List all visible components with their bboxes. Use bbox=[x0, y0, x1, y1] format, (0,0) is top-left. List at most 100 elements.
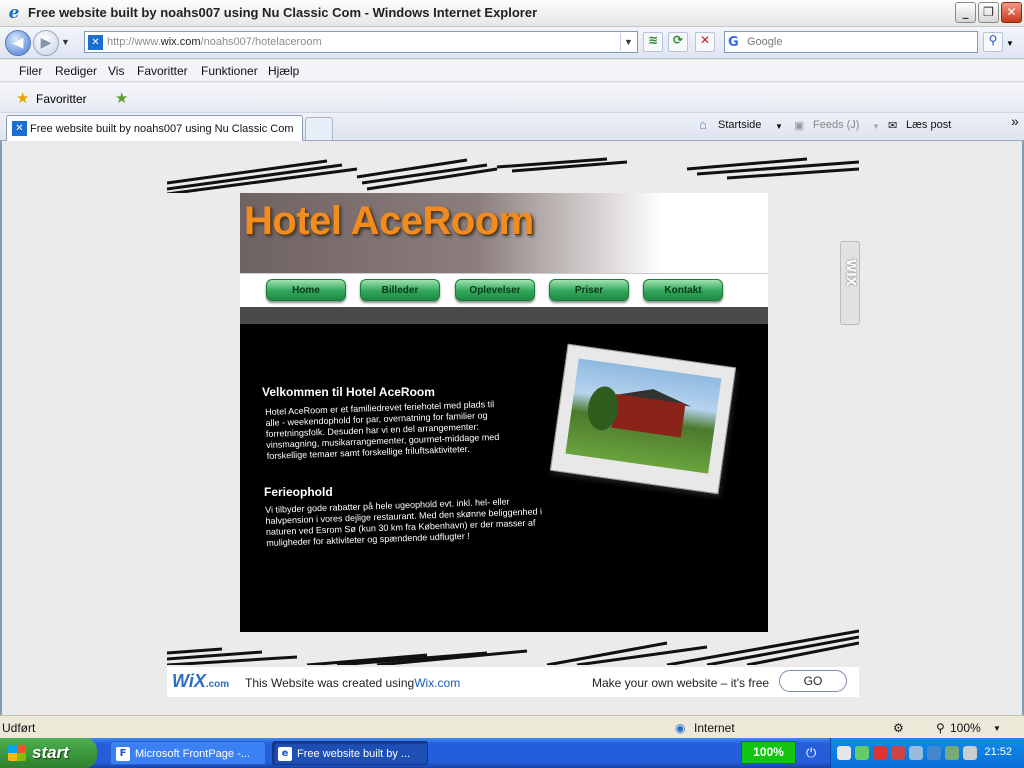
google-icon: G bbox=[728, 35, 739, 50]
go-button[interactable]: GO bbox=[779, 670, 847, 692]
read-mail-button[interactable]: Læs post bbox=[906, 119, 951, 131]
feeds-button[interactable]: Feeds (J) bbox=[813, 119, 859, 131]
clock[interactable]: 21:52 bbox=[984, 746, 1012, 758]
url-domain: wix.com bbox=[160, 36, 201, 48]
menu-edit[interactable]: Rediger bbox=[55, 64, 97, 78]
tray-wireless-icon[interactable] bbox=[891, 746, 905, 760]
home-icon[interactable]: ⌂ bbox=[699, 117, 707, 132]
mail-icon: ✉ bbox=[888, 120, 898, 132]
search-icon[interactable]: ⚲ bbox=[983, 32, 1003, 52]
tray-arrow-icon[interactable] bbox=[837, 746, 851, 760]
menu-file[interactable]: Filer bbox=[19, 64, 42, 78]
address-toolbar: ◀ ▶ ▼ ✕ http://www.wix.com/noahs007/hote… bbox=[0, 27, 1024, 59]
maximize-button[interactable]: ❐ bbox=[978, 2, 999, 23]
internet-zone-icon: ◉ bbox=[675, 721, 686, 735]
feeds-dropdown-icon[interactable]: ▼ bbox=[872, 122, 880, 131]
tray-display-icon[interactable] bbox=[909, 746, 923, 760]
decorative-bottom-stripes bbox=[167, 629, 859, 665]
menu-favorites[interactable]: Favoritter bbox=[137, 64, 188, 78]
protected-mode-icon[interactable]: ⚙ bbox=[893, 721, 904, 735]
menu-bar: Filer Rediger Vis Favoritter Funktioner … bbox=[0, 60, 1024, 82]
minimize-button[interactable]: _ bbox=[955, 2, 976, 23]
favorites-button[interactable]: Favoritter bbox=[36, 92, 87, 106]
welcome-paragraph: Hotel AceRoom er et familiedrevet ferieh… bbox=[265, 399, 500, 462]
tab-title: Free website built by noahs007 using Nu … bbox=[30, 123, 294, 135]
home-dropdown-icon[interactable]: ▼ bbox=[775, 122, 783, 131]
taskbar-item-label: Free website built by ... bbox=[297, 748, 411, 760]
tray-volume-icon[interactable] bbox=[945, 746, 959, 760]
battery-indicator[interactable]: 100% bbox=[741, 741, 796, 764]
nav-priser-button[interactable]: Priser bbox=[549, 279, 629, 301]
zoom-level[interactable]: 100% bbox=[950, 721, 981, 735]
status-bar: Udført ◉ Internet ⚙ ⚲ 100% ▼ bbox=[0, 715, 1024, 738]
add-favorite-icon[interactable]: ★ bbox=[115, 89, 128, 107]
tray-network-icon[interactable] bbox=[855, 746, 869, 760]
welcome-heading: Velkommen til Hotel AceRoom bbox=[262, 385, 435, 399]
hotel-photo-image bbox=[565, 358, 722, 474]
url-prefix: http://www. bbox=[107, 36, 161, 48]
nav-oplevelser-button[interactable]: Oplevelser bbox=[455, 279, 535, 301]
stop-icon[interactable]: ✕ bbox=[695, 32, 715, 52]
menu-help[interactable]: Hjælp bbox=[268, 64, 299, 78]
address-dropdown-icon[interactable]: ▼ bbox=[620, 33, 636, 51]
wix-side-tab-label: WIX bbox=[844, 259, 858, 286]
close-button[interactable]: ✕ bbox=[1001, 2, 1022, 23]
nav-billeder-button[interactable]: Billeder bbox=[360, 279, 440, 301]
new-tab-button[interactable] bbox=[305, 117, 333, 140]
status-text: Udført bbox=[2, 721, 36, 735]
tab-active[interactable]: ✕ Free website built by noahs007 using N… bbox=[6, 115, 303, 141]
favorites-bar: ★ Favoritter ★ bbox=[0, 83, 1024, 113]
taskbar-item-label: Microsoft FrontPage -... bbox=[135, 748, 250, 760]
site-header: Hotel AceRoom bbox=[240, 193, 768, 273]
system-tray: 21:52 bbox=[830, 738, 1024, 768]
wix-logo-suffix: .com bbox=[205, 679, 230, 690]
taskbar-item-frontpage[interactable]: F Microsoft FrontPage -... bbox=[110, 741, 266, 765]
search-placeholder: Google bbox=[747, 36, 783, 48]
wix-logo[interactable]: WiX.com bbox=[172, 671, 229, 692]
tray-disconnected-icon[interactable] bbox=[873, 746, 887, 760]
start-button[interactable]: start bbox=[0, 738, 97, 768]
site-nav: Home Billeder Oplevelser Priser Kontakt bbox=[240, 273, 768, 307]
power-plug-icon[interactable]: ⏻ bbox=[806, 745, 816, 761]
vacation-heading: Ferieophold bbox=[264, 485, 333, 499]
url-path: /noahs007/hotelaceroom bbox=[200, 36, 322, 48]
menu-tools[interactable]: Funktioner bbox=[201, 64, 258, 78]
address-url: http://www.wix.com/noahs007/hotelaceroom bbox=[107, 36, 322, 48]
search-field[interactable]: G Google bbox=[724, 31, 978, 53]
site-logo[interactable]: Hotel AceRoom bbox=[244, 199, 534, 244]
zoom-dropdown-icon[interactable]: ▼ bbox=[993, 724, 1001, 733]
wix-created-text: This Website was created usingWix.com bbox=[245, 676, 460, 690]
wix-link[interactable]: Wix.com bbox=[414, 676, 460, 690]
refresh-icon[interactable]: ⟳ bbox=[668, 32, 688, 52]
search-options-icon[interactable]: ▼ bbox=[1006, 39, 1014, 48]
wix-side-tab[interactable]: WIX bbox=[840, 241, 860, 325]
home-button[interactable]: Startside bbox=[718, 119, 761, 131]
tab-bar: ✕ Free website built by noahs007 using N… bbox=[0, 113, 1024, 141]
internet-explorer-icon: e bbox=[8, 3, 20, 23]
more-commands-button[interactable]: » bbox=[1011, 113, 1019, 129]
start-label: start bbox=[32, 743, 69, 762]
taskbar-item-ie[interactable]: e Free website built by ... bbox=[272, 741, 428, 765]
hotel-photo bbox=[549, 343, 737, 495]
internet-explorer-icon: e bbox=[278, 747, 292, 761]
nav-kontakt-button[interactable]: Kontakt bbox=[643, 279, 723, 301]
menu-view[interactable]: Vis bbox=[108, 64, 124, 78]
back-button[interactable]: ◀ bbox=[5, 30, 31, 56]
nav-divider bbox=[240, 307, 768, 324]
windows-logo-icon bbox=[8, 745, 26, 761]
wix-favicon-icon: ✕ bbox=[12, 121, 27, 136]
forward-arrow-icon: ▶ bbox=[40, 35, 52, 51]
nav-home-button[interactable]: Home bbox=[266, 279, 346, 301]
history-dropdown-icon[interactable]: ▼ bbox=[61, 37, 70, 47]
forward-button[interactable]: ▶ bbox=[33, 30, 59, 56]
wix-favicon-icon: ✕ bbox=[88, 35, 103, 50]
compatibility-view-icon[interactable]: ≋ bbox=[643, 32, 663, 52]
address-field[interactable]: ✕ http://www.wix.com/noahs007/hotelacero… bbox=[84, 31, 638, 53]
favorites-star-icon: ★ bbox=[16, 90, 30, 107]
zoom-icon: ⚲ bbox=[936, 721, 945, 735]
zone-text: Internet bbox=[694, 721, 735, 735]
frontpage-icon: F bbox=[116, 747, 130, 761]
make-website-text: Make your own website – it's free bbox=[592, 676, 770, 690]
tray-shield-icon[interactable] bbox=[927, 746, 941, 760]
tray-phone-icon[interactable] bbox=[963, 746, 977, 760]
